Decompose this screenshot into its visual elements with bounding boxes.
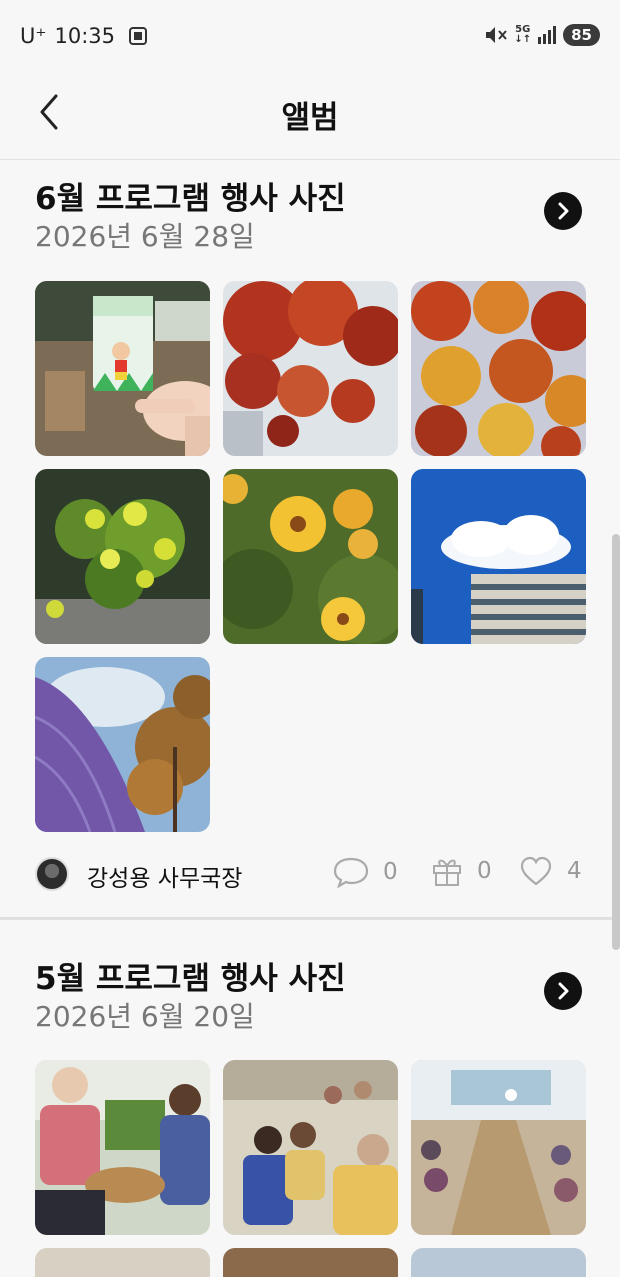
- album-card: 6월 프로그램 행사 사진 2026년 6월 28일 강성용 사무국장 0 0 …: [0, 161, 620, 921]
- album-photo[interactable]: [35, 469, 210, 644]
- album-card: 5월 프로그램 행사 사진 2026년 6월 20일: [0, 941, 620, 1277]
- mute-icon: [486, 27, 508, 43]
- album-photo[interactable]: [411, 469, 586, 644]
- autumn-tree-photo: [35, 657, 210, 832]
- album-date: 2026년 6월 20일: [35, 1000, 255, 1033]
- author-row: 강성용 사무국장 0 0 4: [35, 855, 585, 895]
- yellow-coreopsis-photo: [223, 469, 398, 644]
- red-maple-photo: [223, 281, 398, 456]
- album-photo[interactable]: [411, 1060, 586, 1235]
- album-title: 6월 프로그램 행사 사진: [35, 181, 346, 217]
- network-indicator: 5G ↓↑: [514, 24, 532, 45]
- album-photo[interactable]: [35, 1248, 210, 1277]
- like-count: 4: [567, 858, 582, 884]
- album-photo[interactable]: [223, 1060, 398, 1235]
- scrollbar[interactable]: [612, 534, 620, 950]
- chevron-right-icon: [558, 982, 569, 1000]
- album-photo[interactable]: [223, 469, 398, 644]
- keychain-card-photo: [35, 281, 210, 456]
- heart-icon: [520, 856, 552, 886]
- battery-indicator: 85: [563, 24, 600, 46]
- album-feed[interactable]: 6월 프로그램 행사 사진 2026년 6월 28일 강성용 사무국장 0 0 …: [0, 161, 620, 1277]
- comment-button[interactable]: 0: [333, 855, 398, 889]
- album-photo[interactable]: [223, 1248, 398, 1277]
- like-button[interactable]: 4: [519, 855, 582, 887]
- chevron-right-icon: [558, 202, 569, 220]
- open-album-button[interactable]: [544, 972, 582, 1010]
- gift-icon: [433, 859, 461, 886]
- yellow-sedum-photo: [35, 469, 210, 644]
- album-photo[interactable]: [411, 1248, 586, 1277]
- seniors-basket-photo: [35, 1060, 210, 1235]
- album-photo[interactable]: [35, 657, 210, 832]
- seniors-exercise-photo: [223, 1060, 398, 1235]
- album-date: 2026년 6월 28일: [35, 220, 255, 253]
- comment-count: 0: [383, 859, 398, 885]
- status-bar: U⁺ 10:35 5G ↓↑ 85: [0, 0, 620, 76]
- author-name: 강성용 사무국장: [87, 866, 243, 892]
- status-time: 10:35: [54, 24, 115, 48]
- album-photo[interactable]: [411, 281, 586, 456]
- screenshot-icon: [129, 27, 147, 45]
- page-title: 앨범: [281, 100, 339, 136]
- autumn-leaves-photo: [411, 281, 586, 456]
- album-photo[interactable]: [35, 1060, 210, 1235]
- cloud-building-photo: [411, 469, 586, 644]
- gift-count: 0: [477, 858, 492, 884]
- album-divider: [0, 917, 620, 920]
- hall-exercise-photo: [411, 1060, 586, 1235]
- signal-icon: [538, 26, 557, 44]
- app-header: 앨범: [0, 76, 620, 160]
- album-title: 5월 프로그램 행사 사진: [35, 961, 346, 997]
- album-photo[interactable]: [223, 281, 398, 456]
- comment-icon: [333, 857, 369, 889]
- avatar[interactable]: [35, 857, 69, 891]
- carrier-label: U⁺: [20, 24, 47, 48]
- gift-button[interactable]: 0: [431, 855, 492, 887]
- album-photo[interactable]: [35, 281, 210, 456]
- open-album-button[interactable]: [544, 192, 582, 230]
